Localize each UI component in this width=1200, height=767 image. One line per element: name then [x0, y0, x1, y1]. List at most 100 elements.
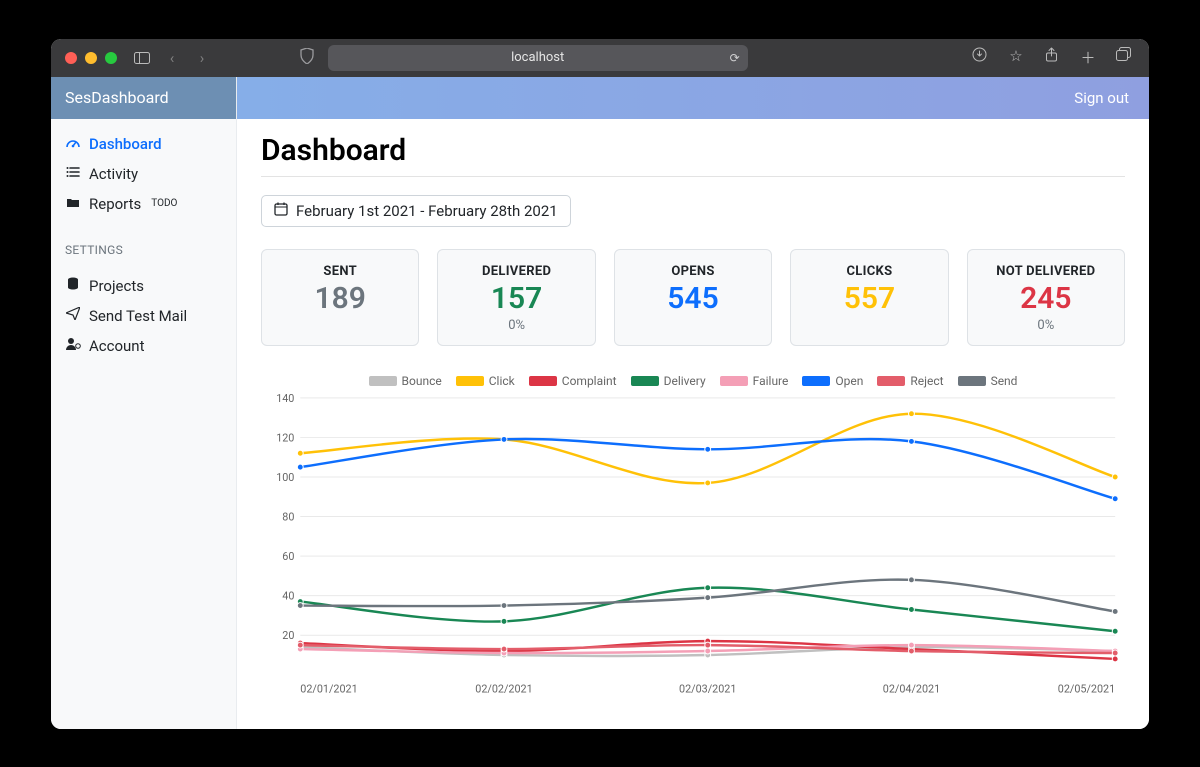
card-value: 245 — [976, 281, 1116, 316]
address-bar[interactable]: localhost ⟳ — [328, 45, 748, 71]
sidebar-item-reports[interactable]: Reports TODO — [51, 189, 236, 219]
date-range-picker[interactable]: February 1st 2021 - February 28th 2021 — [261, 195, 571, 227]
card-label: DELIVERED — [446, 264, 586, 279]
legend-item[interactable]: Reject — [877, 374, 943, 388]
legend-swatch — [631, 376, 659, 386]
bookmark-star-icon[interactable]: ☆ — [1005, 47, 1027, 68]
signout-link[interactable]: Sign out — [1074, 89, 1129, 107]
legend-label: Failure — [753, 374, 789, 388]
card-value: 189 — [270, 281, 410, 316]
topbar: Sign out — [237, 77, 1149, 119]
svg-text:02/04/2021: 02/04/2021 — [883, 682, 940, 695]
summary-cards: SENT 189 DELIVERED 157 0% OPENS 545 CLIC… — [261, 249, 1125, 346]
legend-swatch — [529, 376, 557, 386]
address-text: localhost — [511, 50, 564, 65]
tab-overview-icon[interactable] — [1113, 47, 1135, 68]
legend-item[interactable]: Open — [802, 374, 863, 388]
card-opens: OPENS 545 — [614, 249, 772, 346]
card-label: CLICKS — [799, 264, 939, 279]
svg-text:40: 40 — [282, 589, 294, 602]
card-value: 157 — [446, 281, 586, 316]
svg-text:120: 120 — [276, 431, 294, 444]
card-sub: 0% — [976, 318, 1116, 333]
sidebar-item-label: Reports — [89, 195, 141, 213]
legend-label: Complaint — [562, 374, 617, 388]
legend-label: Open — [835, 374, 863, 388]
svg-text:60: 60 — [282, 550, 294, 563]
card-sub: 0% — [446, 318, 586, 333]
svg-text:20: 20 — [282, 629, 294, 642]
svg-text:02/02/2021: 02/02/2021 — [475, 682, 532, 695]
downloads-icon[interactable] — [969, 47, 991, 68]
card-label: SENT — [270, 264, 410, 279]
content: Dashboard February 1st 2021 - February 2… — [237, 119, 1149, 720]
user-cog-icon — [65, 337, 81, 354]
sidebar-item-send-test-mail[interactable]: Send Test Mail — [51, 301, 236, 331]
sidebar-toggle-icon[interactable] — [131, 52, 153, 64]
minimize-window-button[interactable] — [85, 52, 97, 64]
legend-item[interactable]: Click — [456, 374, 515, 388]
svg-text:100: 100 — [276, 470, 294, 483]
sidebar-item-label: Account — [89, 337, 145, 355]
card-not-delivered: NOT DELIVERED 245 0% — [967, 249, 1125, 346]
page-title: Dashboard — [261, 133, 1125, 168]
new-tab-icon[interactable]: ＋ — [1077, 47, 1099, 68]
legend-swatch — [720, 376, 748, 386]
sidebar-item-label: Dashboard — [89, 135, 162, 153]
legend-swatch — [877, 376, 905, 386]
sidebar-item-activity[interactable]: Activity — [51, 159, 236, 189]
legend-swatch — [456, 376, 484, 386]
divider — [261, 176, 1125, 177]
sidebar-item-label: Send Test Mail — [89, 307, 187, 325]
svg-text:02/05/2021: 02/05/2021 — [1058, 682, 1115, 695]
chart-svg: 2040608010012014002/01/202102/02/202102/… — [261, 392, 1125, 696]
close-window-button[interactable] — [65, 52, 77, 64]
database-icon — [65, 277, 81, 295]
svg-text:02/03/2021: 02/03/2021 — [679, 682, 736, 695]
zoom-window-button[interactable] — [105, 52, 117, 64]
calendar-icon — [274, 202, 288, 220]
svg-text:80: 80 — [282, 510, 294, 523]
window-controls — [65, 52, 117, 64]
svg-text:140: 140 — [276, 392, 294, 405]
date-range-text: February 1st 2021 - February 28th 2021 — [296, 202, 558, 220]
nav-primary: Dashboard Activity Reports TODO — [51, 119, 236, 229]
reader-reload-icon[interactable]: ⟳ — [730, 51, 740, 65]
legend-swatch — [958, 376, 986, 386]
sidebar-item-projects[interactable]: Projects — [51, 271, 236, 301]
gauge-icon — [65, 136, 81, 152]
card-clicks: CLICKS 557 — [790, 249, 948, 346]
card-value: 557 — [799, 281, 939, 316]
legend-label: Click — [489, 374, 515, 388]
sidebar-item-dashboard[interactable]: Dashboard — [51, 129, 236, 159]
legend-item[interactable]: Delivery — [631, 374, 706, 388]
card-value: 545 — [623, 281, 763, 316]
chart-legend: Bounce Click Complaint Delivery Failure Open R… — [261, 374, 1125, 388]
sidebar-item-badge: TODO — [151, 198, 177, 209]
legend-swatch — [369, 376, 397, 386]
app-root: SesDashboard Dashboard Activity — [51, 77, 1149, 729]
card-label: NOT DELIVERED — [976, 264, 1116, 279]
nav-forward-button[interactable]: › — [191, 49, 213, 67]
main-area: Sign out Dashboard February 1st 2021 - F… — [237, 77, 1149, 729]
folder-icon — [65, 196, 81, 212]
legend-swatch — [802, 376, 830, 386]
legend-item[interactable]: Complaint — [529, 374, 617, 388]
sidebar-group-settings-label: SETTINGS — [51, 229, 236, 261]
events-chart: Bounce Click Complaint Delivery Failure Open R… — [261, 374, 1125, 696]
sidebar-item-account[interactable]: Account — [51, 331, 236, 361]
nav-back-button[interactable]: ‹ — [161, 49, 183, 67]
legend-label: Reject — [910, 374, 943, 388]
legend-label: Delivery — [664, 374, 706, 388]
legend-item[interactable]: Send — [958, 374, 1018, 388]
brand[interactable]: SesDashboard — [51, 77, 236, 119]
card-label: OPENS — [623, 264, 763, 279]
sidebar: SesDashboard Dashboard Activity — [51, 77, 237, 729]
legend-item[interactable]: Failure — [720, 374, 789, 388]
brand-text: SesDashboard — [65, 88, 169, 107]
legend-label: Send — [991, 374, 1018, 388]
share-icon[interactable] — [1041, 47, 1063, 68]
sidebar-item-label: Activity — [89, 165, 138, 183]
nav-settings: Projects Send Test Mail Account — [51, 261, 236, 371]
legend-item[interactable]: Bounce — [369, 374, 442, 388]
